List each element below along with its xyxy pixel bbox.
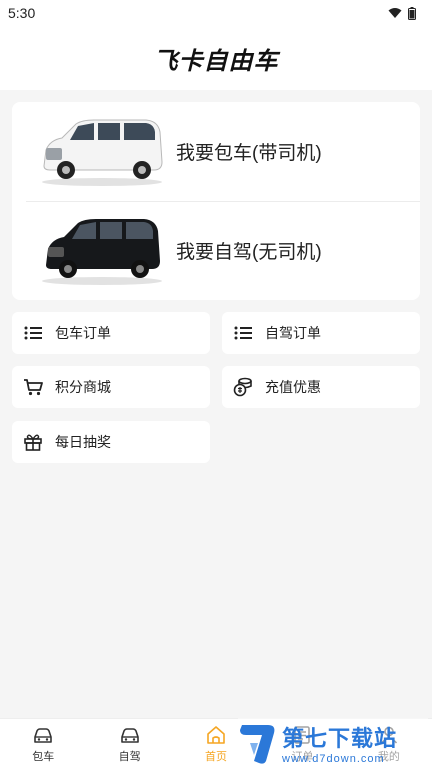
status-bar: 5:30 <box>0 0 432 26</box>
car-icon <box>34 727 53 743</box>
watermark-title: 第七下载站 <box>282 727 398 752</box>
tile-label: 充值优惠 <box>265 379 321 395</box>
points-mall-tile[interactable]: 积分商城 <box>12 366 210 408</box>
wifi-icon <box>388 8 402 18</box>
charter-car-label: 我要包车(带司机) <box>176 143 322 164</box>
black-mpv-image <box>42 219 162 285</box>
self-drive-orders-tile[interactable]: 自驾订单 <box>222 312 420 354</box>
tab-charter[interactable]: 包车 <box>0 719 86 768</box>
charter-orders-tile[interactable]: 包车订单 <box>12 312 210 354</box>
car-icon <box>120 727 139 743</box>
watermark-logo-icon <box>240 725 275 764</box>
status-time: 5:30 <box>8 5 36 21</box>
self-drive-option[interactable]: 我要自驾(无司机) <box>12 201 420 300</box>
list-icon <box>23 323 43 343</box>
charter-car-option[interactable]: 我要包车(带司机) <box>12 102 420 201</box>
tab-label: 首页 <box>205 750 228 763</box>
watermark-text: 第七下载站 www.d7down.com <box>282 721 397 765</box>
cart-icon <box>23 377 43 397</box>
tab-label: 包车 <box>32 750 55 763</box>
list-icon <box>233 323 253 343</box>
app-header: 飞卡自由车 <box>0 26 432 90</box>
gift-icon <box>23 432 43 452</box>
hero-card: 我要包车(带司机) 我要自驾(无司机) <box>12 102 420 300</box>
coins-icon <box>233 377 253 397</box>
white-mpv-image <box>42 119 163 186</box>
tab-label: 自驾 <box>118 750 141 763</box>
self-drive-label: 我要自驾(无司机) <box>176 242 322 263</box>
watermark-url: www.d7down.com <box>282 753 385 765</box>
app-title: 飞卡自由车 <box>153 46 279 75</box>
tile-label: 包车订单 <box>55 325 111 341</box>
tile-label: 积分商城 <box>55 379 111 395</box>
home-icon <box>207 725 225 744</box>
battery-icon <box>408 6 416 20</box>
tile-label: 每日抽奖 <box>55 434 111 450</box>
daily-lottery-tile[interactable]: 每日抽奖 <box>12 421 210 463</box>
recharge-offers-tile[interactable]: 充值优惠 <box>222 366 420 408</box>
watermark: 第七下载站 www.d7down.com <box>238 718 428 768</box>
tab-self-drive[interactable]: 自驾 <box>86 719 172 768</box>
status-icons <box>388 6 416 20</box>
tile-label: 自驾订单 <box>265 325 321 341</box>
